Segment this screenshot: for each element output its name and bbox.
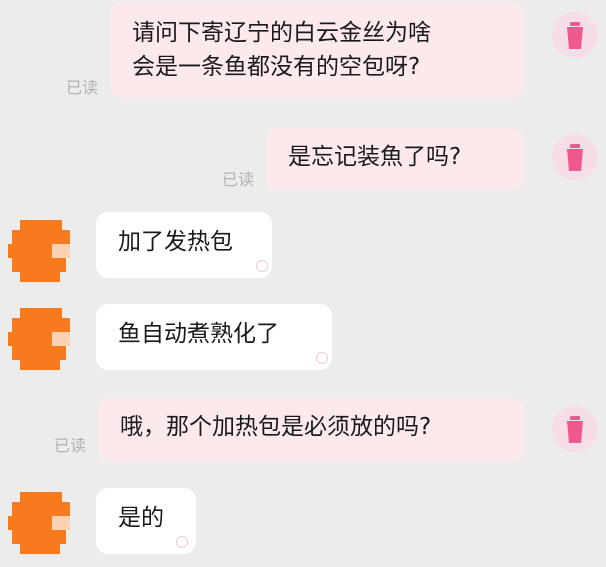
message-text: 是忘记装魚了吗? — [288, 144, 462, 170]
message-text: 加了发热包 — [118, 229, 233, 255]
incoming-bubble[interactable]: 鱼自动煮熟化了 — [96, 304, 332, 370]
read-status: 已读 — [66, 78, 99, 97]
self-avatar[interactable] — [552, 134, 598, 180]
incoming-bubble[interactable]: 加了发热包 — [96, 212, 272, 278]
pink-cup-icon — [567, 22, 583, 49]
sticker-mark-icon — [256, 260, 268, 272]
self-avatar[interactable] — [552, 406, 598, 452]
message-text: 是的 — [118, 505, 164, 531]
self-avatar[interactable] — [552, 12, 598, 58]
outgoing-bubble[interactable]: 哦，那个加热包是必须放的吗? — [98, 398, 524, 462]
message-text: 鱼自动煮熟化了 — [118, 321, 279, 347]
pink-cup-icon — [567, 416, 583, 443]
sticker-mark-icon — [316, 352, 328, 364]
sticker-mark-icon — [176, 536, 188, 548]
outgoing-bubble[interactable]: 是忘记装魚了吗? — [266, 128, 524, 190]
message-text: 哦，那个加热包是必须放的吗? — [120, 414, 432, 440]
other-avatar[interactable] — [8, 220, 74, 282]
other-avatar[interactable] — [8, 308, 74, 370]
outgoing-bubble[interactable]: 请问下寄辽宁的白云金丝为啥 会是一条鱼都没有的空包呀? — [110, 2, 524, 98]
read-status: 已读 — [222, 170, 255, 189]
message-line: 会是一条鱼都没有的空包呀? — [132, 54, 421, 80]
incoming-bubble[interactable]: 是的 — [96, 488, 196, 554]
pink-cup-icon — [567, 144, 583, 171]
message-line: 请问下寄辽宁的白云金丝为啥 — [132, 20, 431, 46]
other-avatar[interactable] — [8, 492, 74, 554]
read-status: 已读 — [54, 436, 87, 455]
